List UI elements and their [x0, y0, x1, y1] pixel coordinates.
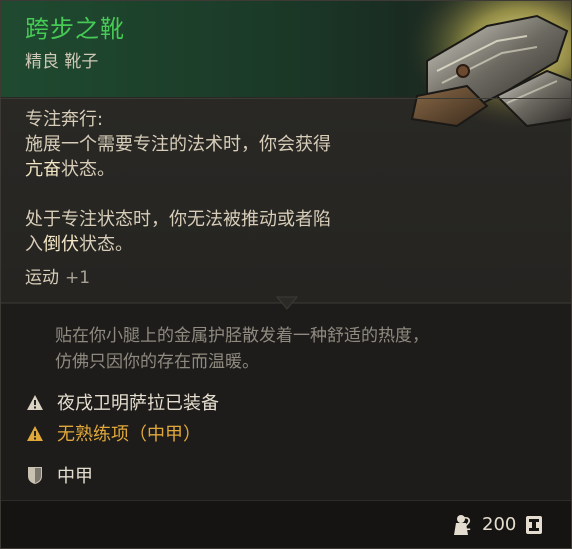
stat-label: 运动 [25, 268, 59, 288]
weight-icon [451, 514, 471, 540]
keyword-link[interactable]: 亢奋 [25, 159, 61, 180]
price-value: 200 [482, 514, 517, 535]
item-rarity-type: 精良 靴子 [25, 52, 99, 72]
ability-text: 入 [25, 234, 43, 255]
warning-icon [25, 423, 45, 443]
armor-type-text: 中甲 [57, 466, 93, 487]
item-name: 跨步之靴 [25, 15, 125, 43]
item-tooltip: 跨步之靴 精良 靴子 专注奔行: 施展一个需要专注的法术时，你会获得 亢奋状态。… [0, 0, 572, 549]
proficiency-detail: （中甲） [129, 424, 201, 445]
flavor-line: 仿佛只因你的存在而温暖。 [55, 352, 259, 372]
stat-value: +1 [65, 268, 91, 288]
warning-icon [25, 392, 45, 412]
ability-text-line: 处于专注状态时，你无法被推动或者陷 [25, 209, 331, 230]
equipped-status-text: 夜戌卫明萨拉已装备 [57, 393, 219, 414]
proficiency-warning-row: 无熟练项 （中甲） [25, 420, 201, 446]
ability-title: 专注奔行: [25, 109, 104, 130]
header-separator [1, 98, 571, 99]
flavor-line: 贴在你小腿上的金属护胫散发着一种舒适的热度， [55, 326, 429, 346]
armor-type-row: 中甲 [25, 462, 93, 488]
keyword-link[interactable]: 倒伏 [43, 234, 79, 255]
equipped-status-row: 夜戌卫明萨拉已装备 [25, 389, 219, 415]
ability-text: 状态。 [79, 234, 133, 255]
flavor-text: 贴在你小腿上的金属护胫散发着一种舒适的热度， 仿佛只因你的存在而温暖。 [55, 323, 535, 375]
ability-text-line: 施展一个需要专注的法术时，你会获得 [25, 134, 331, 155]
ability-description: 专注奔行: 施展一个需要专注的法术时，你会获得 亢奋状态。 处于专注状态时，你无… [25, 107, 425, 257]
armor-shield-icon [25, 465, 45, 485]
ability-text-line: 亢奋状态。 [25, 157, 425, 182]
stat-bonus: 运动 +1 [25, 263, 90, 288]
ability-text-line: 入倒伏状态。 [25, 232, 425, 257]
proficiency-warning-text: 无熟练项 [57, 424, 129, 445]
section-divider [1, 296, 571, 310]
gold-coin-icon [524, 514, 544, 540]
ability-text: 状态。 [61, 159, 115, 180]
